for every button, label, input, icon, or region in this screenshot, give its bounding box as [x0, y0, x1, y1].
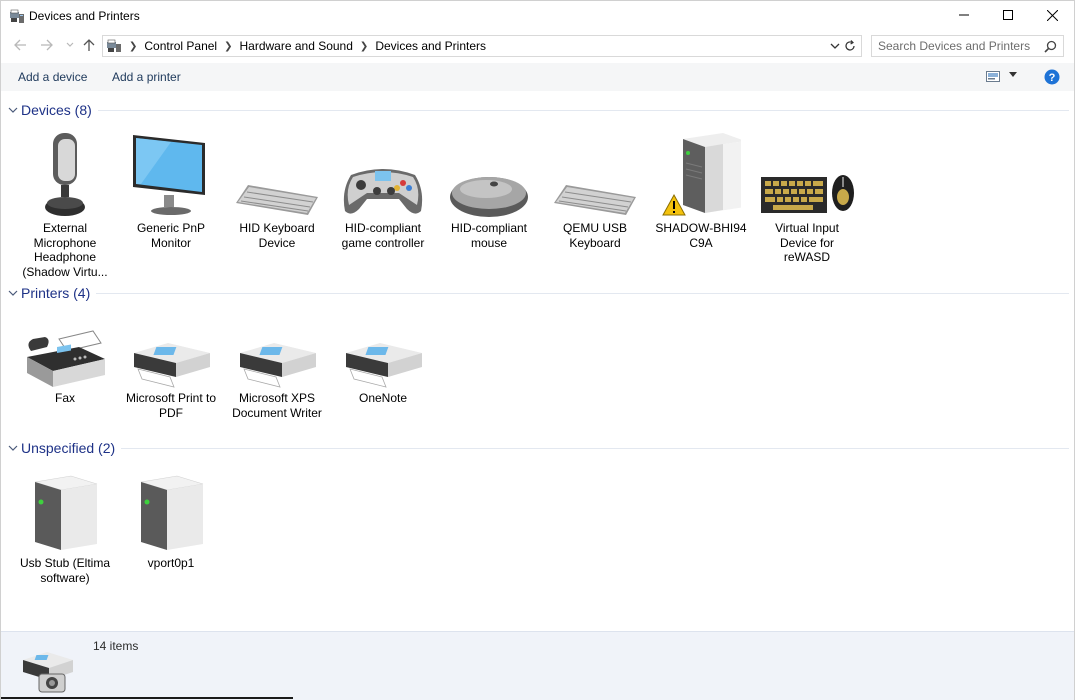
chevron-down-icon [66, 42, 74, 47]
microphone-icon [45, 133, 85, 216]
group-divider [97, 109, 1069, 111]
printer-item-fax[interactable]: Fax [12, 299, 118, 406]
search-box[interactable] [871, 35, 1064, 57]
server-box-icon [34, 475, 98, 550]
device-item-qemu-usb-keyboard[interactable]: QEMU USB Keyboard [542, 129, 648, 250]
help-icon[interactable]: ? [1044, 69, 1060, 85]
mouse-icon [450, 177, 528, 217]
device-label: QEMU USB Keyboard [562, 221, 627, 250]
devices-and-printers-window: Devices and Printers ❯ Control Panel ❯ H… [0, 0, 1075, 700]
device-label: HID-compliant mouse [450, 221, 528, 250]
search-icon[interactable] [1044, 40, 1057, 53]
view-options-chevron-icon[interactable] [1009, 72, 1017, 78]
gamepad-icon [343, 169, 423, 214]
server-box-icon [140, 475, 204, 550]
breadcrumb-hardware-and-sound[interactable]: Hardware and Sound [240, 39, 353, 53]
chevron-right-icon: ❯ [129, 40, 138, 52]
devices-printers-icon [10, 9, 24, 23]
printer-icon [240, 343, 316, 388]
change-view-icon[interactable] [986, 70, 1000, 83]
printer-label: Microsoft Print to PDF [125, 391, 217, 420]
address-row: ❯ Control Panel ❯ Hardware and Sound ❯ D… [1, 32, 1074, 60]
command-bar: Add a device Add a printer ? [1, 63, 1074, 91]
recent-locations-button[interactable] [63, 38, 77, 52]
group-divider [121, 447, 1069, 449]
maximize-icon [1003, 10, 1013, 20]
printer-item-microsoft-xps-document-writer[interactable]: Microsoft XPS Document Writer [224, 299, 330, 420]
printer-label: OneNote [358, 391, 408, 405]
svg-text:?: ? [1049, 72, 1056, 84]
device-label: Virtual Input Device for reWASD [775, 221, 839, 264]
window-title: Devices and Printers [29, 9, 140, 23]
minimize-button[interactable] [942, 1, 986, 29]
unspecified-item-vport0p1[interactable]: vport0p1 [118, 464, 224, 571]
unspecified-label: Usb Stub (Eltima software) [19, 556, 111, 585]
device-label: HID Keyboard Device [239, 221, 315, 250]
device-item-generic-pnp-monitor[interactable]: Generic PnP Monitor [118, 129, 224, 250]
taskbar-edge [1, 697, 293, 699]
back-arrow-icon [13, 39, 26, 51]
group-divider [96, 292, 1069, 294]
device-label: HID-compliant game controller [341, 221, 425, 250]
forward-button[interactable] [39, 38, 53, 52]
keyboard-icon [554, 185, 636, 215]
device-item-hid-mouse[interactable]: HID-compliant mouse [436, 129, 542, 250]
device-item-game-controller[interactable]: HID-compliant game controller [330, 129, 436, 250]
close-icon [1046, 9, 1058, 21]
printer-item-onenote[interactable]: OneNote [330, 299, 436, 406]
keyboard-mouse-icon [761, 175, 854, 213]
device-item-virtual-input-rewasd[interactable]: Virtual Input Device for reWASD [754, 129, 860, 265]
breadcrumb-devices-and-printers[interactable]: Devices and Printers [375, 39, 486, 53]
printer-label: Microsoft XPS Document Writer [232, 391, 322, 420]
up-button[interactable] [82, 38, 96, 52]
breadcrumb-control-panel[interactable]: Control Panel [144, 39, 217, 53]
group-header-unspecified[interactable]: Unspecified (2) [7, 440, 1069, 456]
device-item-hid-keyboard[interactable]: HID Keyboard Device [224, 129, 330, 250]
chevron-right-icon[interactable]: ❯ [360, 41, 368, 52]
chevron-down-icon[interactable] [7, 287, 19, 299]
group-header-devices[interactable]: Devices (8) [7, 102, 1069, 118]
unspecified-item-usb-stub[interactable]: Usb Stub (Eltima software) [12, 464, 118, 585]
address-bar[interactable]: ❯ Control Panel ❯ Hardware and Sound ❯ D… [102, 35, 862, 57]
chevron-down-icon[interactable] [829, 39, 841, 53]
item-count: 14 items [93, 639, 139, 653]
printer-label: Fax [54, 391, 75, 405]
device-label: External Microphone Headphone (Shadow Vi… [22, 221, 108, 279]
details-pane: 14 items [1, 631, 1074, 700]
devices-printers-icon [107, 39, 121, 52]
devices-printers-icon [23, 652, 73, 693]
fax-icon [27, 330, 105, 387]
device-item-external-microphone[interactable]: External Microphone Headphone (Shadow Vi… [12, 129, 118, 279]
device-label: Generic PnP Monitor [136, 221, 206, 250]
printer-icon [346, 343, 422, 388]
back-button[interactable] [13, 38, 27, 52]
forward-arrow-icon [40, 39, 53, 51]
refresh-icon[interactable] [843, 39, 857, 53]
keyboard-icon [236, 185, 318, 215]
device-item-shadow-computer[interactable]: SHADOW-BHI94C9A [648, 129, 754, 250]
group-title: Devices (8) [21, 102, 92, 118]
chevron-down-icon[interactable] [7, 104, 19, 116]
title-bar: Devices and Printers [1, 1, 1074, 31]
monitor-icon [133, 135, 205, 215]
computer-tower-warning-icon [662, 133, 741, 216]
add-printer-button[interactable]: Add a printer [112, 70, 181, 84]
search-input[interactable] [878, 37, 1043, 55]
chevron-down-icon[interactable] [7, 442, 19, 454]
close-button[interactable] [1030, 1, 1074, 29]
add-device-button[interactable]: Add a device [18, 70, 87, 84]
unspecified-label: vport0p1 [147, 556, 195, 570]
group-title: Unspecified (2) [21, 440, 116, 456]
maximize-button[interactable] [986, 1, 1030, 29]
minimize-icon [959, 14, 969, 16]
device-label: SHADOW-BHI94C9A [655, 221, 747, 250]
printer-icon [134, 343, 210, 388]
chevron-right-icon[interactable]: ❯ [224, 41, 232, 52]
printer-item-microsoft-print-to-pdf[interactable]: Microsoft Print to PDF [118, 299, 224, 420]
up-arrow-icon [83, 38, 95, 51]
